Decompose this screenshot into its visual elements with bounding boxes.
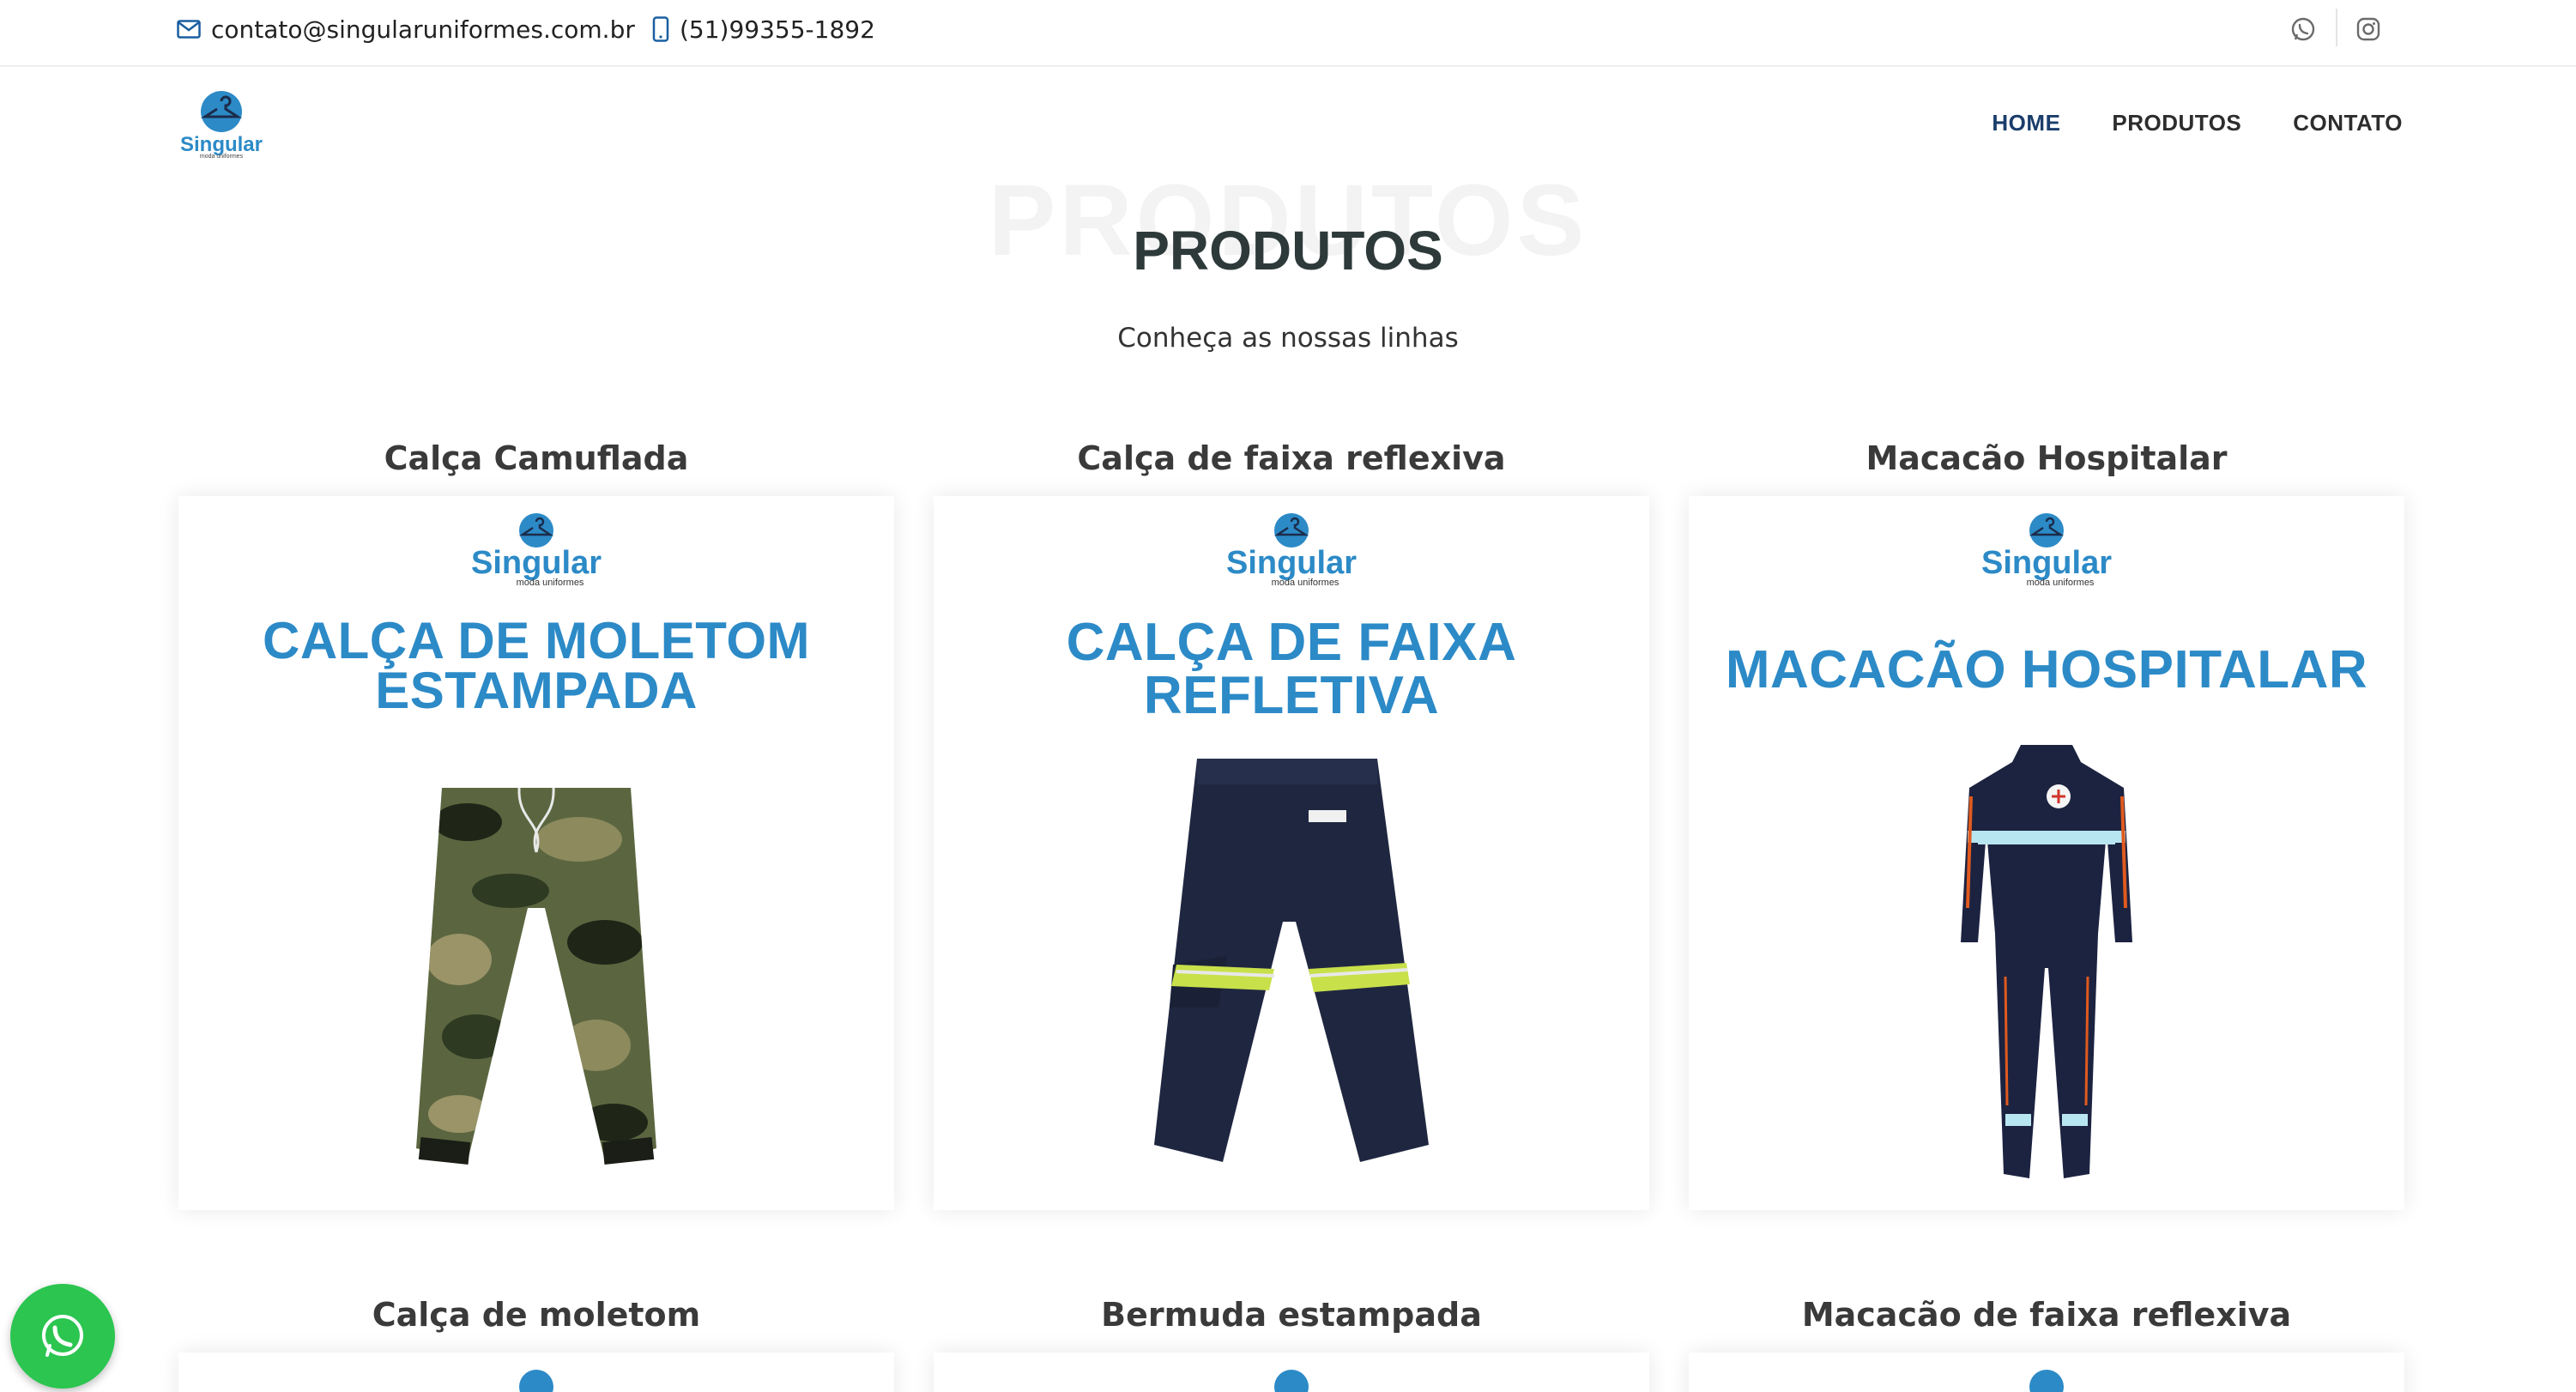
product-card[interactable]: Singular moda uniformes MACACÃO HOSPITAL…: [1689, 496, 2404, 1210]
section-subtitle: Conheça as nossas linhas: [1117, 323, 1459, 354]
card-headline: CALÇA DE FAIXA REFLETIVA: [934, 616, 1649, 723]
svg-text:moda uniformes: moda uniformes: [200, 154, 244, 160]
product-card[interactable]: Singular moda uniformes CALÇA DE MOLETOM…: [178, 496, 894, 1210]
email-text: contato@singularuniformes.com.br: [211, 15, 635, 44]
brand-logo: [2029, 1370, 2064, 1392]
whatsapp-icon: [2291, 17, 2315, 41]
product-name: Bermuda estampada: [1101, 1296, 1482, 1334]
product-name: Calça de faixa reflexiva: [1077, 439, 1506, 477]
product-card[interactable]: [178, 1353, 894, 1392]
nav-contato[interactable]: CONTATO: [2293, 110, 2403, 136]
product-card[interactable]: [934, 1353, 1649, 1392]
product-name: Macacão Hospitalar: [1865, 439, 2228, 477]
nav-produtos[interactable]: PRODUTOS: [2112, 110, 2241, 136]
brand-logo: [1274, 1370, 1309, 1392]
email-link[interactable]: contato@singularuniformes.com.br: [177, 12, 635, 46]
hospital-coverall-image: [1961, 745, 2132, 1178]
card-headline-line: ESTAMPADA: [375, 662, 698, 719]
product-name: Calça de moletom: [372, 1296, 701, 1334]
svg-text:moda uniformes: moda uniformes: [1272, 578, 1339, 588]
card-headline: CALÇA DE MOLETOM ESTAMPADA: [178, 612, 894, 719]
product-name: Macacão de faixa reflexiva: [1801, 1296, 2292, 1334]
whatsapp-float-button[interactable]: [10, 1284, 115, 1389]
svg-text:moda uniformes: moda uniformes: [517, 578, 584, 588]
top-bar: contato@singularuniformes.com.br (51)993…: [0, 0, 2576, 67]
card-headline-line: CALÇA DE MOLETOM: [263, 612, 810, 669]
card-headline-line: CALÇA DE FAIXA: [1066, 613, 1517, 672]
brand-logo: Singular moda uniformes: [1226, 513, 1357, 588]
whatsapp-social-link[interactable]: [2283, 10, 2324, 48]
product-item[interactable]: Macacão de faixa reflexiva: [1689, 1289, 2404, 1392]
svg-text:moda uniformes: moda uniformes: [2027, 578, 2095, 588]
main-nav: HOME PRODUTOS CONTATO: [1992, 110, 2403, 136]
product-item[interactable]: Macacão Hospitalar Singular moda uniform…: [1689, 433, 2404, 1210]
whatsapp-icon: [42, 1315, 83, 1357]
product-card[interactable]: [1689, 1353, 2404, 1392]
logo-image: Singular moda uniformes: [180, 91, 263, 160]
phone-text: (51)99355-1892: [680, 15, 875, 44]
product-item[interactable]: Calça de moletom: [178, 1289, 894, 1392]
envelope-icon: [177, 20, 201, 39]
svg-text:Singular: Singular: [471, 545, 602, 581]
product-card[interactable]: Singular moda uniformes CALÇA DE FAIXA R…: [934, 496, 1649, 1210]
phone-icon: [652, 16, 669, 42]
camo-pants-image: [416, 787, 656, 1165]
svg-text:Singular: Singular: [1226, 545, 1357, 581]
card-headline: MACACÃO HOSPITALAR: [1689, 644, 2404, 697]
card-headline-line: MACACÃO HOSPITALAR: [1725, 640, 2368, 699]
svg-text:Singular: Singular: [1981, 545, 2112, 581]
site-logo[interactable]: Singular moda uniformes: [177, 89, 266, 160]
card-headline-line: REFLETIVA: [1143, 666, 1440, 725]
product-item[interactable]: Calça Camuflada Singular moda uniformes …: [178, 433, 894, 1210]
brand-logo: Singular moda uniformes: [471, 513, 602, 588]
brand-logo: [519, 1370, 553, 1392]
brand-logo: Singular moda uniformes: [1981, 513, 2112, 588]
product-item[interactable]: Calça de faixa reflexiva Singular moda u…: [934, 433, 1649, 1210]
phone-link[interactable]: (51)99355-1892: [652, 12, 875, 46]
instagram-icon: [2356, 17, 2380, 41]
svg-text:Singular: Singular: [180, 133, 263, 156]
section-title: PRODUTOS: [1133, 220, 1443, 281]
nav-home[interactable]: HOME: [1992, 110, 2060, 136]
product-item[interactable]: Bermuda estampada: [934, 1289, 1649, 1392]
product-name: Calça Camuflada: [384, 439, 689, 477]
social-divider: [2336, 9, 2337, 46]
instagram-social-link[interactable]: [2348, 10, 2389, 48]
reflective-pants-image: [1154, 759, 1429, 1162]
